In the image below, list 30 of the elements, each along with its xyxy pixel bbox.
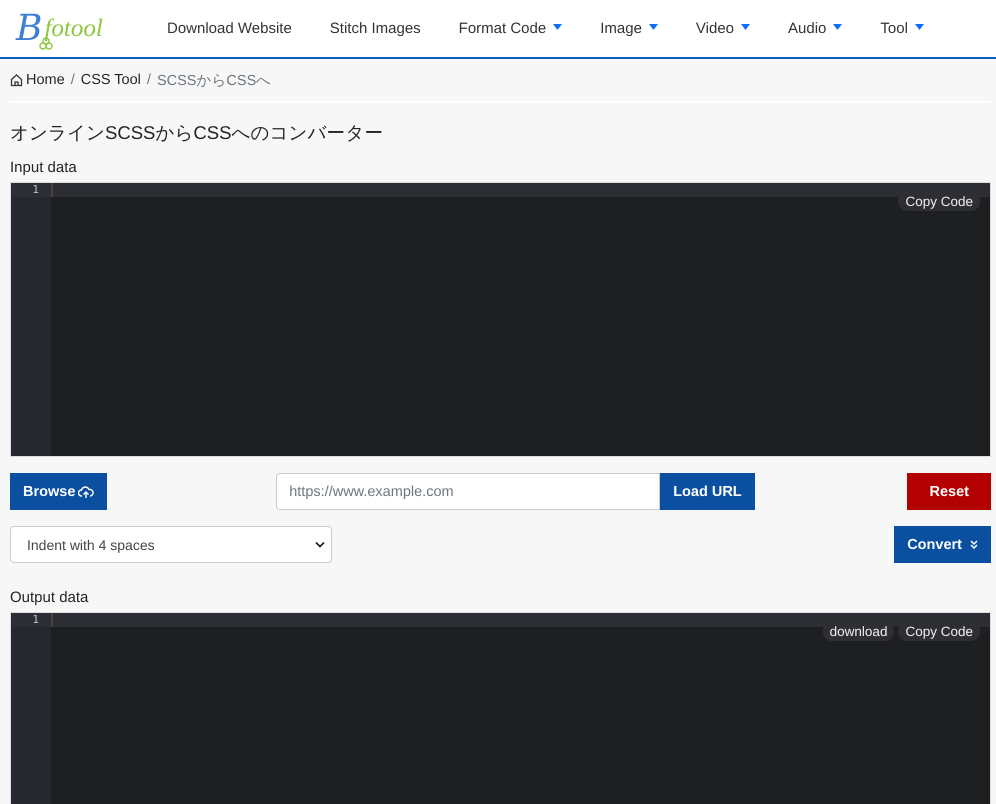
- indent-select[interactable]: Indent with 4 spaces: [10, 526, 332, 563]
- browse-button[interactable]: Browse: [10, 473, 108, 510]
- nav-link[interactable]: Download Website: [148, 20, 311, 37]
- code-editor[interactable]: 1 Copy Code: [10, 182, 991, 457]
- nav-link[interactable]: Image: [581, 20, 677, 37]
- breadcrumb-link[interactable]: Home: [10, 72, 65, 88]
- breadcrumb-separator: /: [146, 72, 151, 88]
- reset-button[interactable]: Reset: [907, 473, 991, 510]
- nav-link[interactable]: Format Code: [440, 20, 582, 37]
- nav-link[interactable]: Tool: [861, 20, 943, 37]
- section-label: Output data: [10, 589, 90, 606]
- logo-mark[interactable]: B: [16, 10, 42, 46]
- load-url-button[interactable]: Load URL: [660, 473, 755, 510]
- chevron-down-icon: [315, 541, 325, 548]
- home-icon: [10, 73, 23, 87]
- nav-link[interactable]: Audio: [769, 20, 862, 37]
- breadcrumb-current: SCSSからCSSへ: [156, 72, 272, 90]
- convert-button[interactable]: Convert: [894, 526, 991, 563]
- page-title: オンラインSCSSからCSSへのコンバーター: [10, 121, 384, 145]
- line-number: 1: [11, 183, 51, 197]
- upload-icon: [78, 484, 94, 498]
- breadcrumb-link[interactable]: CSS Tool: [80, 72, 141, 88]
- section-label: Input data: [10, 159, 78, 176]
- breadcrumb-separator: /: [70, 72, 75, 88]
- line-number: 1: [11, 613, 51, 627]
- code-editor[interactable]: 1 download Copy Code: [10, 612, 991, 804]
- nav-link[interactable]: Stitch Images: [310, 20, 440, 37]
- url-field[interactable]: https://www.example.com: [276, 473, 660, 510]
- nav-link[interactable]: Video: [676, 20, 770, 37]
- double-chevron-icon: [970, 540, 978, 549]
